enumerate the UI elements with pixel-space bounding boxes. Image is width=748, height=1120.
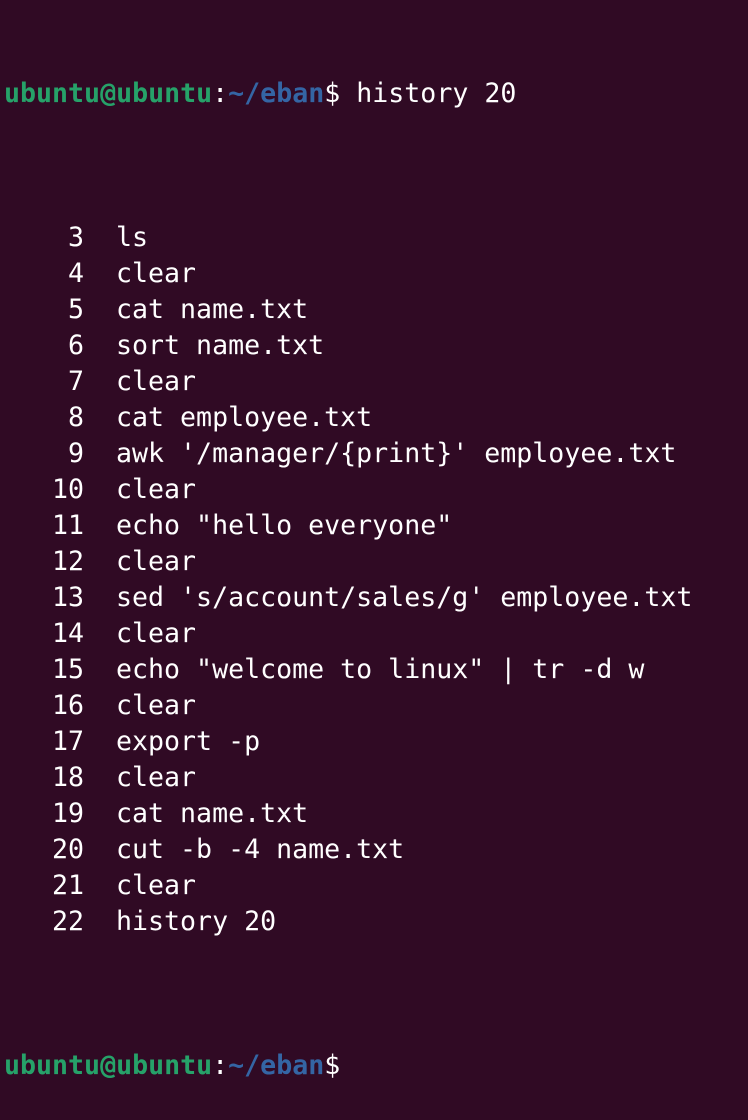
history-entry: 4 clear xyxy=(4,256,748,292)
terminal-window[interactable]: ubuntu@ubuntu:~/eban$ history 20 3 ls 4 cle… xyxy=(0,0,748,1081)
history-entry-command: clear xyxy=(116,690,197,721)
history-entry-number: 15 xyxy=(51,654,84,685)
prompt-path: ~/eban xyxy=(228,1050,325,1081)
history-entry: 13 sed 's/account/sales/g' employee.txt xyxy=(4,580,748,616)
history-entry: 6 sort name.txt xyxy=(4,328,748,364)
prompt-path: ~/eban xyxy=(228,78,325,109)
history-entry-command: cut -b -4 name.txt xyxy=(116,834,405,865)
history-entry: 11 echo "hello everyone" xyxy=(4,508,748,544)
history-entry-number: 6 xyxy=(67,330,84,361)
history-entry-command: echo "hello everyone" xyxy=(116,510,453,541)
history-entry: 18 clear xyxy=(4,760,748,796)
prompt-symbol: $ xyxy=(324,78,341,109)
history-entry-command: ls xyxy=(116,222,149,253)
history-entry-command: clear xyxy=(116,618,197,649)
history-entry-command: cat name.txt xyxy=(116,798,309,829)
history-entry: 3 ls xyxy=(4,220,748,256)
history-entry: 17 export -p xyxy=(4,724,748,760)
history-entry-command: history 20 xyxy=(116,906,277,937)
history-entry-command: echo "welcome to linux" | tr -d w xyxy=(116,654,645,685)
history-entry: 21 clear xyxy=(4,868,748,904)
history-entry-number: 13 xyxy=(51,582,84,613)
history-entry: 8 cat employee.txt xyxy=(4,400,748,436)
history-output: 3 ls 4 clear 5 cat name.txt 6 sort name.txt 7 cle… xyxy=(4,220,748,940)
history-entry: 16 clear xyxy=(4,688,748,724)
history-entry: 19 cat name.txt xyxy=(4,796,748,832)
history-entry-number: 21 xyxy=(51,870,84,901)
history-entry-number: 11 xyxy=(51,510,84,541)
history-entry-number: 5 xyxy=(67,294,84,325)
history-entry-number: 22 xyxy=(51,906,84,937)
history-entry-number: 20 xyxy=(51,834,84,865)
history-entry: 7 clear xyxy=(4,364,748,400)
history-entry-number: 10 xyxy=(51,474,84,505)
history-entry-command: clear xyxy=(116,366,197,397)
history-entry-command: clear xyxy=(116,258,197,289)
prompt-command: history 20 xyxy=(340,78,517,109)
history-entry-number: 7 xyxy=(67,366,84,397)
history-entry: 9 awk '/manager/{print}' employee.txt xyxy=(4,436,748,472)
history-entry-number: 18 xyxy=(51,762,84,793)
history-entry-command: sed 's/account/sales/g' employee.txt xyxy=(116,582,693,613)
history-entry-command: export -p xyxy=(116,726,261,757)
history-entry: 14 clear xyxy=(4,616,748,652)
history-entry-command: cat name.txt xyxy=(116,294,309,325)
history-entry-command: clear xyxy=(116,474,197,505)
history-entry: 10 clear xyxy=(4,472,748,508)
history-entry-number: 8 xyxy=(67,402,84,433)
history-entry-number: 19 xyxy=(51,798,84,829)
history-entry: 22 history 20 xyxy=(4,904,748,940)
history-entry-number: 4 xyxy=(67,258,84,289)
history-entry-command: clear xyxy=(116,762,197,793)
history-entry-number: 3 xyxy=(67,222,84,253)
prompt-separator: : xyxy=(212,78,229,109)
prompt-user-host: ubuntu@ubuntu xyxy=(4,78,213,109)
history-entry: 12 clear xyxy=(4,544,748,580)
history-entry-number: 12 xyxy=(51,546,84,577)
history-entry: 20 cut -b -4 name.txt xyxy=(4,832,748,868)
history-entry-command: sort name.txt xyxy=(116,330,325,361)
history-entry: 5 cat name.txt xyxy=(4,292,748,328)
prompt-line: ubuntu@ubuntu:~/eban$ history 20 xyxy=(4,76,748,112)
history-entry-command: clear xyxy=(116,546,197,577)
history-entry-command: clear xyxy=(116,870,197,901)
prompt-symbol: $ xyxy=(324,1050,341,1081)
prompt-separator: : xyxy=(212,1050,229,1081)
history-entry-number: 17 xyxy=(51,726,84,757)
history-entry-command: cat employee.txt xyxy=(116,402,373,433)
history-entry-number: 14 xyxy=(51,618,84,649)
history-entry-number: 9 xyxy=(67,438,84,469)
prompt-user-host: ubuntu@ubuntu xyxy=(4,1050,213,1081)
prompt-line-current[interactable]: ubuntu@ubuntu:~/eban$ xyxy=(4,1048,748,1084)
history-entry-command: awk '/manager/{print}' employee.txt xyxy=(116,438,677,469)
history-entry: 15 echo "welcome to linux" | tr -d w xyxy=(4,652,748,688)
history-entry-number: 16 xyxy=(51,690,84,721)
